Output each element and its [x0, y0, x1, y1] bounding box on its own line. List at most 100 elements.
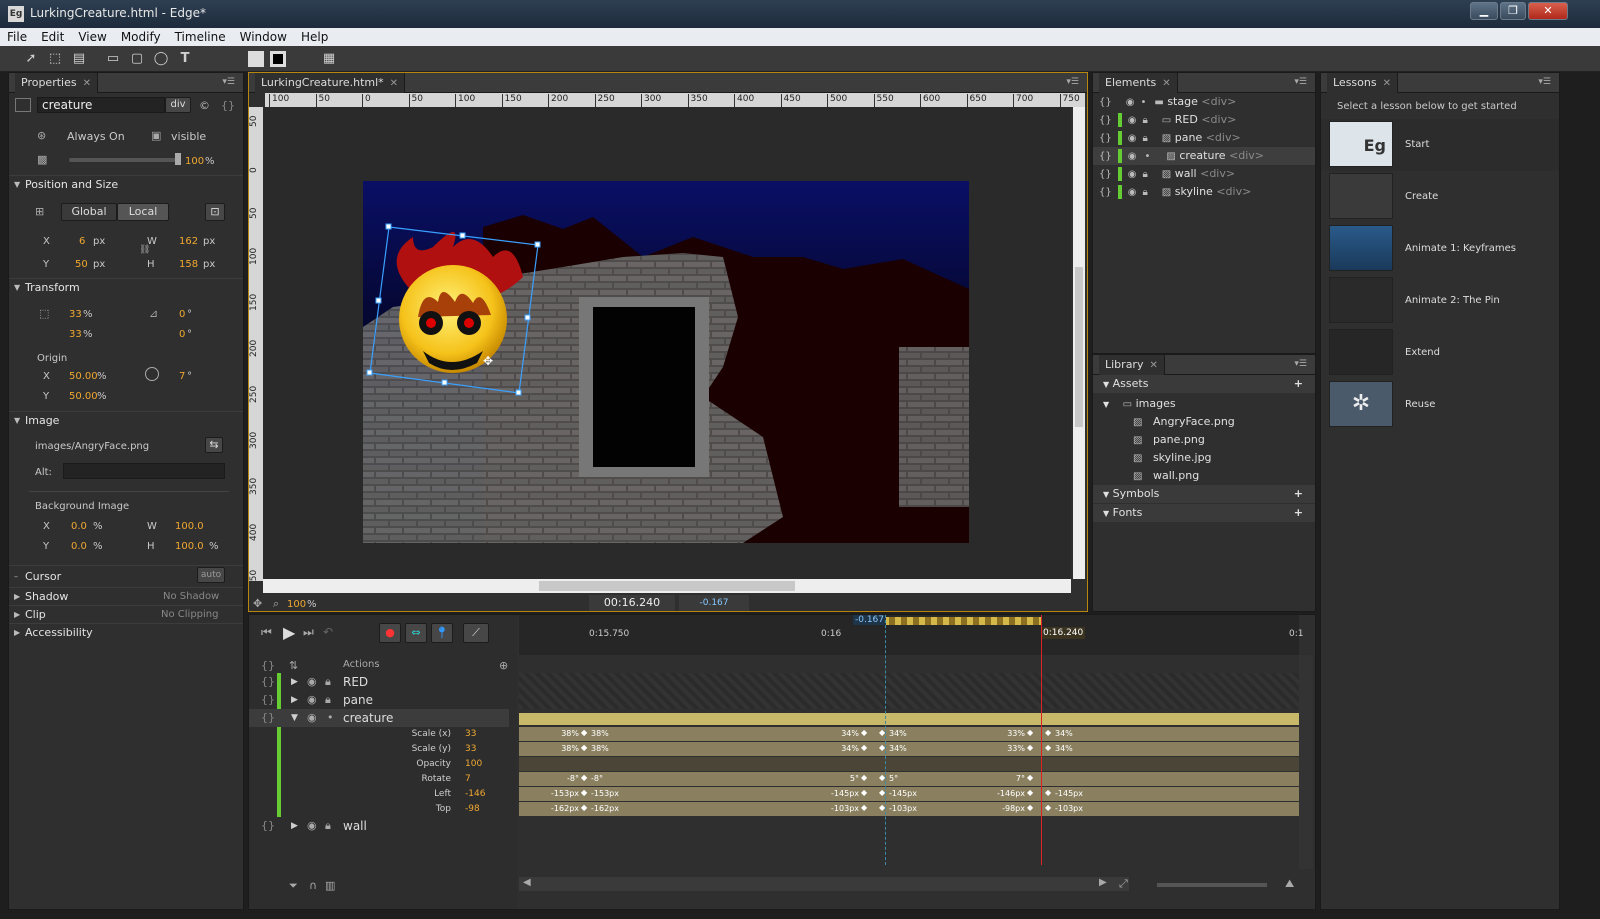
eye-icon[interactable]: ◉	[307, 709, 317, 727]
asset-file[interactable]: ▨ wall.png	[1093, 467, 1315, 485]
keyframe-diamond-icon[interactable]: ◆	[861, 773, 867, 782]
auto-transition-icon[interactable]: ⇔	[405, 623, 427, 643]
lesson-item-pin[interactable]: Animate 2: The Pin	[1321, 275, 1559, 327]
bg-h-value[interactable]: 100.0	[175, 541, 204, 552]
alt-input[interactable]	[63, 463, 225, 479]
visibility-value[interactable]: visible	[171, 130, 206, 143]
keyframe-diamond-icon[interactable]: ◆	[861, 743, 867, 752]
lesson-item-start[interactable]: Eg Start	[1321, 119, 1559, 171]
y-value[interactable]: 50	[75, 259, 88, 270]
selection-tool-icon[interactable]: ➚	[22, 50, 40, 68]
keyframe-diamond-icon[interactable]: ◆	[581, 773, 587, 782]
stroke-color-swatch[interactable]	[270, 51, 286, 67]
panel-menu-icon[interactable]: ▾☰	[1538, 77, 1551, 87]
section-position-size[interactable]: ▼ Position and Size	[9, 175, 243, 193]
lock-icon[interactable]: 🔒︎	[325, 691, 331, 709]
auto-keyframe-icon[interactable]: ●	[379, 623, 401, 643]
eye-icon[interactable]: ◉	[307, 691, 317, 709]
layer-row-pane[interactable]: {} ▶ ◉ 🔒︎ pane	[249, 691, 509, 709]
element-row-wall[interactable]: {} ◉ 🔒︎ ▨ wall <div>	[1093, 165, 1315, 183]
images-folder[interactable]: ▼ ▭ images	[1093, 395, 1315, 413]
lock-icon[interactable]: 🔒︎	[1142, 166, 1147, 184]
collapse-icon[interactable]: ▼	[291, 709, 298, 727]
swap-image-icon[interactable]: ⇆	[205, 437, 223, 453]
rotate-value[interactable]: 7	[179, 371, 185, 382]
element-row-creature[interactable]: {} ◉ • ▨ creature <div>	[1093, 147, 1315, 165]
eye-icon[interactable]: ◉	[307, 817, 317, 835]
asset-file[interactable]: ▨ skyline.jpg	[1093, 449, 1315, 467]
code-braces-icon[interactable]: {}	[261, 817, 275, 835]
prop-opacity-value[interactable]: 100	[465, 759, 482, 769]
fit-icon[interactable]: ⤢	[1119, 877, 1128, 891]
tab-library[interactable]: Library ✕	[1099, 355, 1165, 375]
eye-icon[interactable]: ◉	[1126, 94, 1135, 112]
symbols-section[interactable]: ▼ Symbols +	[1093, 485, 1315, 503]
asset-file[interactable]: ▨ pane.png	[1093, 431, 1315, 449]
tab-properties[interactable]: Properties ✕	[15, 73, 98, 93]
layer-row-wall[interactable]: {} ▶ ◉ 🔒︎ wall	[249, 817, 509, 835]
vertical-scrollbar[interactable]	[1073, 107, 1085, 579]
menu-help[interactable]: Help	[294, 28, 335, 44]
rotate-dial-icon[interactable]	[145, 367, 159, 381]
keyframe-diamond-icon[interactable]: ◆	[1027, 773, 1033, 782]
keyframe-diamond-icon[interactable]: ◆	[1045, 803, 1051, 812]
ellipse-tool-icon[interactable]: ◯	[152, 50, 170, 68]
panel-menu-icon[interactable]: ▾☰	[1294, 77, 1307, 87]
current-time-display[interactable]: 00:16.240	[589, 595, 675, 611]
class-icon[interactable]: ©	[199, 99, 210, 112]
element-row-skyline[interactable]: {} ◉ 🔒︎ ▨ skyline <div>	[1093, 183, 1315, 201]
pin-range[interactable]	[859, 617, 1041, 625]
vertical-scroll-thumb[interactable]	[1075, 267, 1083, 427]
keyframe-diamond-icon[interactable]: ◆	[861, 803, 867, 812]
opacity-slider-handle[interactable]	[175, 153, 181, 165]
element-row-pane[interactable]: {} ◉ 🔒︎ ▨ pane <div>	[1093, 129, 1315, 147]
keyframe-diamond-icon[interactable]: ◆	[1027, 728, 1033, 737]
link-icon[interactable]: ⛓	[139, 245, 150, 255]
keyframe-diamond-icon[interactable]: ◆	[1045, 728, 1051, 737]
keyframe-diamond-icon[interactable]: ◆	[581, 803, 587, 812]
timeline-zoom-slider[interactable]	[1157, 883, 1267, 887]
prop-left-value[interactable]: -146	[465, 789, 485, 799]
bg-y-value[interactable]: 0.0	[71, 541, 87, 552]
code-braces-icon[interactable]: {}	[261, 691, 275, 709]
tab-lessons[interactable]: Lessons ✕	[1327, 73, 1398, 93]
undo-icon[interactable]: ↶	[323, 625, 333, 639]
section-transform[interactable]: ▼ Transform	[9, 278, 243, 296]
eye-icon[interactable]: ◉	[307, 673, 317, 691]
lesson-item-reuse[interactable]: ✲ Reuse	[1321, 379, 1559, 431]
lock-icon[interactable]: 🔒︎	[325, 673, 331, 691]
skew-y-value[interactable]: 0	[179, 329, 185, 340]
lesson-item-extend[interactable]: Extend	[1321, 327, 1559, 379]
bg-x-value[interactable]: 0.0	[71, 521, 87, 532]
dot-icon[interactable]: •	[1144, 148, 1150, 166]
eye-icon[interactable]: ◉	[1128, 148, 1137, 166]
easing-icon[interactable]: ⟋	[463, 623, 489, 643]
menu-modify[interactable]: Modify	[114, 28, 168, 44]
playhead-line[interactable]	[1041, 615, 1042, 865]
timeline-vscrollbar[interactable]	[1299, 655, 1313, 869]
assets-section[interactable]: ▼ Assets +	[1093, 375, 1315, 393]
creature-track-bar[interactable]	[519, 713, 1299, 725]
local-button[interactable]: Local	[117, 203, 169, 221]
menu-file[interactable]: File	[0, 28, 34, 44]
clipping-tool-icon[interactable]: ▤	[70, 50, 88, 68]
scale-y-value[interactable]: 33	[69, 329, 82, 340]
display-value[interactable]: Always On	[67, 130, 125, 143]
scroll-left-icon[interactable]: ◀	[523, 877, 531, 888]
keyframe-diamond-icon[interactable]: ◆	[1027, 788, 1033, 797]
tab-document[interactable]: LurkingCreature.html* ✕	[255, 73, 406, 93]
h-value[interactable]: 158	[179, 259, 198, 270]
stage-canvas[interactable]: ✥	[263, 107, 1071, 579]
rectangle-tool-icon[interactable]: ▭	[104, 50, 122, 68]
element-row-red[interactable]: {} ◉ 🔒︎ ▭ RED <div>	[1093, 111, 1315, 129]
global-button[interactable]: Global	[61, 203, 117, 221]
asset-file[interactable]: ▨ AngryFace.png	[1093, 413, 1315, 431]
panel-menu-icon[interactable]: ▾☰	[1066, 77, 1079, 87]
keyframe-diamond-icon[interactable]: ◆	[581, 728, 587, 737]
keyframe-diamond-icon[interactable]: ◆	[581, 743, 587, 752]
code-braces-icon[interactable]: {}	[261, 659, 275, 672]
element-tag-select[interactable]: div	[165, 97, 191, 113]
lock-icon[interactable]: 🔒︎	[1142, 130, 1147, 148]
code-braces-icon[interactable]: {}	[261, 673, 275, 691]
origin-y-value[interactable]: 50.00	[69, 391, 98, 402]
